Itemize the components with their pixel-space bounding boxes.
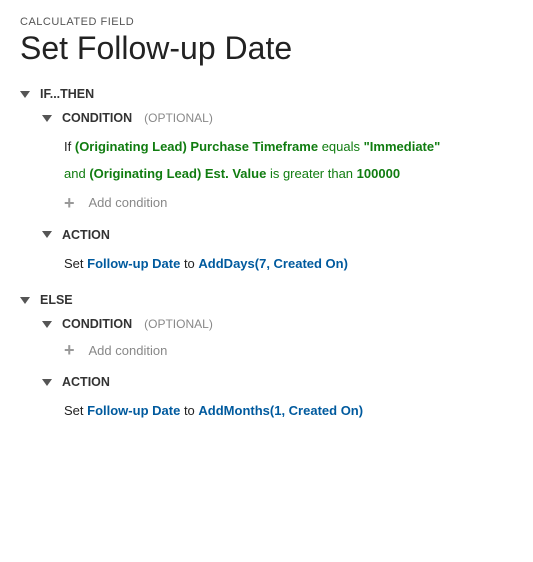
condition-label: CONDITION bbox=[62, 317, 132, 331]
if-condition-header[interactable]: CONDITION (OPTIONAL) bbox=[42, 111, 513, 125]
else-action-header[interactable]: ACTION bbox=[42, 375, 513, 389]
optional-label: (OPTIONAL) bbox=[144, 111, 213, 125]
calculated-field-label: CALCULATED FIELD bbox=[20, 16, 513, 28]
plus-icon: + bbox=[64, 341, 75, 359]
if-action-header[interactable]: ACTION bbox=[42, 228, 513, 242]
chevron-down-icon bbox=[20, 297, 30, 304]
page-title: Set Follow-up Date bbox=[20, 30, 513, 67]
chevron-down-icon bbox=[42, 115, 52, 122]
action-label: ACTION bbox=[62, 228, 110, 242]
else-label: ELSE bbox=[40, 293, 73, 307]
if-action-row[interactable]: Set Follow-up Date to AddDays(7, Created… bbox=[64, 252, 513, 275]
chevron-down-icon bbox=[42, 321, 52, 328]
condition-row-2[interactable]: and (Originating Lead) Est. Value is gre… bbox=[64, 162, 513, 185]
add-condition-label: Add condition bbox=[89, 343, 168, 358]
action-label: ACTION bbox=[62, 375, 110, 389]
else-action-row[interactable]: Set Follow-up Date to AddMonths(1, Creat… bbox=[64, 399, 513, 422]
chevron-down-icon bbox=[20, 91, 30, 98]
condition-row-1[interactable]: If (Originating Lead) Purchase Timeframe… bbox=[64, 135, 513, 158]
condition-label: CONDITION bbox=[62, 111, 132, 125]
add-condition-button[interactable]: + Add condition bbox=[64, 341, 513, 359]
if-then-label: IF...THEN bbox=[40, 87, 94, 101]
if-then-header[interactable]: IF...THEN bbox=[20, 87, 513, 101]
optional-label: (OPTIONAL) bbox=[144, 317, 213, 331]
plus-icon: + bbox=[64, 194, 75, 212]
else-condition-header[interactable]: CONDITION (OPTIONAL) bbox=[42, 317, 513, 331]
else-header[interactable]: ELSE bbox=[20, 293, 513, 307]
add-condition-button[interactable]: + Add condition bbox=[64, 194, 513, 212]
chevron-down-icon bbox=[42, 379, 52, 386]
chevron-down-icon bbox=[42, 231, 52, 238]
add-condition-label: Add condition bbox=[89, 195, 168, 210]
